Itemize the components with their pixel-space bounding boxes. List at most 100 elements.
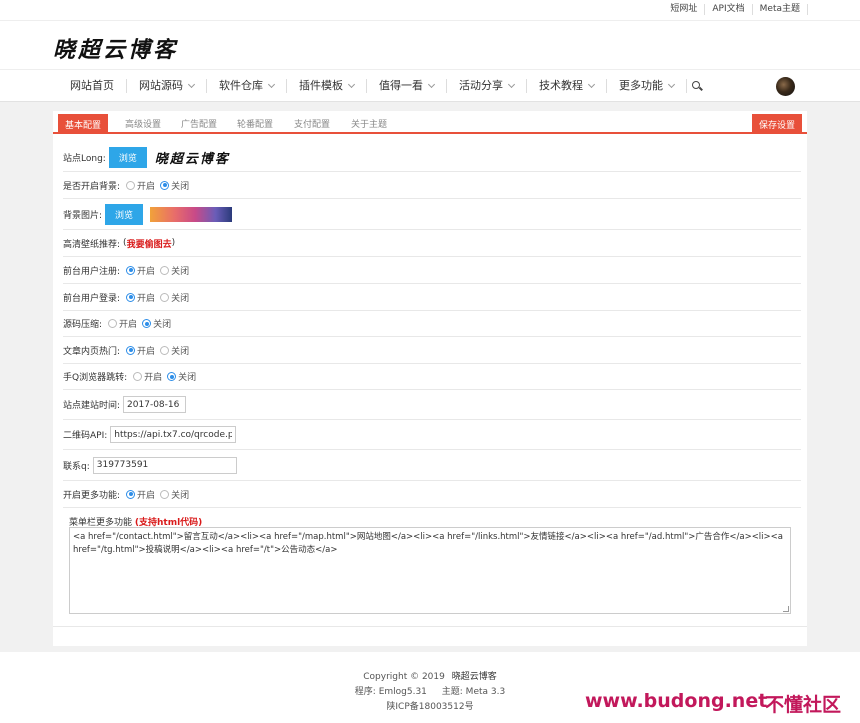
nav-item-tutorials[interactable]: 技术教程 xyxy=(527,79,607,93)
chevron-down-icon xyxy=(347,80,356,89)
setting-row-hot: 文章内页热门: 开启 关闭 xyxy=(63,337,801,364)
avatar[interactable] xyxy=(776,77,795,96)
wallpaper-paren-close: ) xyxy=(171,238,176,248)
setting-label: 是否开启背景: xyxy=(63,181,121,192)
nav-label: 网站源码 xyxy=(139,79,183,92)
chevron-down-icon xyxy=(187,80,196,89)
radio-off-label: 关闭 xyxy=(171,181,190,192)
watermark-name: 不懂社区 xyxy=(765,694,842,716)
tab-ads[interactable]: 广告配置 xyxy=(181,117,217,130)
radio-on[interactable] xyxy=(126,292,136,302)
top-link-meta-theme[interactable]: Meta主题 xyxy=(753,4,808,15)
footer: Copyright © 2019 晓超云博客 程序: Emlog5.31 主题:… xyxy=(0,652,860,723)
top-link-short-url[interactable]: 短网址 xyxy=(663,4,706,15)
menu-more-textarea[interactable]: <a href="/contact.html">留言互动</a><li><a h… xyxy=(69,527,791,614)
radio-on[interactable] xyxy=(126,489,136,499)
top-link-api-docs[interactable]: API文档 xyxy=(705,4,753,15)
radio-on-label: 开启 xyxy=(137,181,156,192)
radio-on[interactable] xyxy=(133,372,143,381)
header-logo-row: 晓超云博客 xyxy=(0,20,860,69)
footer-program: 程序: Emlog5.31 xyxy=(354,687,427,697)
footer-site-link[interactable]: 晓超云博客 xyxy=(452,672,497,682)
footer-copyright-line: Copyright © 2019 晓超云博客 xyxy=(0,669,860,682)
nav-item-software[interactable]: 软件仓库 xyxy=(207,79,287,93)
setting-label: 联系q: xyxy=(63,461,90,472)
radio-off-label: 关闭 xyxy=(171,346,190,357)
nav-item-worth[interactable]: 值得一看 xyxy=(367,79,447,93)
top-bar: 短网址 API文档 Meta主题 xyxy=(0,0,860,20)
nav-label: 更多功能 xyxy=(619,79,663,92)
save-settings-button[interactable]: 保存设置 xyxy=(751,114,802,134)
setting-row-qq-redirect: 手Q浏览器跳转: 开启 关闭 xyxy=(63,364,801,390)
browse-logo-button[interactable]: 浏览 xyxy=(108,147,147,168)
radio-off[interactable] xyxy=(142,319,152,328)
menu-more-value: <a href="/contact.html">留言互动</a><li><a h… xyxy=(73,532,783,555)
radio-off-label: 关闭 xyxy=(171,293,190,304)
setting-label: 源码压缩: xyxy=(63,320,103,330)
radio-off[interactable] xyxy=(160,180,170,190)
nav-item-plugins[interactable]: 插件模板 xyxy=(287,79,367,93)
qrcode-api-input[interactable] xyxy=(110,426,237,443)
setting-label: 站点Long: xyxy=(63,154,106,164)
setting-row-wallpaper: 高清壁纸推荐: ( 我要偷图去 ) xyxy=(63,230,801,257)
browse-bg-button[interactable]: 浏览 xyxy=(105,203,144,225)
site-logo[interactable]: 晓超云博客 xyxy=(53,32,178,64)
setting-label: 开启更多功能: xyxy=(63,490,121,501)
setting-label: 站点建站时间: xyxy=(63,401,121,411)
tab-basic[interactable]: 基本配置 xyxy=(58,114,109,134)
radio-off-label: 关闭 xyxy=(153,320,172,330)
build-time-input[interactable] xyxy=(123,396,187,413)
watermark-url: www.budong.net xyxy=(585,690,768,712)
setting-label: 二维码API: xyxy=(63,431,108,441)
radio-on-label: 开启 xyxy=(137,293,156,304)
radio-off[interactable] xyxy=(167,372,177,381)
radio-on-label: 开启 xyxy=(137,266,156,277)
nav-label: 插件模板 xyxy=(299,79,343,92)
wallpaper-link[interactable]: 我要偷图去 xyxy=(127,237,172,250)
chevron-down-icon xyxy=(667,80,676,89)
radio-on-label: 开启 xyxy=(144,373,163,383)
nav-item-source[interactable]: 网站源码 xyxy=(127,79,207,93)
nav-item-home[interactable]: 网站首页 xyxy=(58,79,127,93)
radio-on[interactable] xyxy=(108,319,118,328)
setting-label: 前台用户注册: xyxy=(63,266,121,277)
nav-label: 软件仓库 xyxy=(219,79,263,92)
setting-row-compress: 源码压缩: 开启 关闭 xyxy=(63,311,801,337)
panel-bottom-divider xyxy=(53,626,807,627)
radio-off[interactable] xyxy=(160,345,170,355)
radio-off-label: 关闭 xyxy=(171,266,190,277)
radio-off[interactable] xyxy=(160,265,170,275)
main-nav: 网站首页 网站源码 软件仓库 插件模板 值得一看 活动分享 技术教程 更多功能 xyxy=(0,69,860,102)
setting-row-build-time: 站点建站时间: xyxy=(63,390,801,420)
chevron-down-icon xyxy=(267,80,276,89)
nav-label: 活动分享 xyxy=(459,79,503,92)
radio-on[interactable] xyxy=(126,265,136,275)
tab-about[interactable]: 关于主题 xyxy=(351,117,387,130)
setting-row-qrcode-api: 二维码API: xyxy=(63,420,801,450)
tab-payment[interactable]: 支付配置 xyxy=(294,117,330,130)
nav-item-more[interactable]: 更多功能 xyxy=(607,79,687,93)
radio-on-label: 开启 xyxy=(137,490,156,501)
setting-label: 高清壁纸推荐: xyxy=(63,239,121,250)
footer-theme: 主题: Meta 3.3 xyxy=(441,687,506,697)
tab-carousel[interactable]: 轮番配置 xyxy=(237,117,273,130)
search-icon[interactable] xyxy=(691,79,703,93)
nav-label: 值得一看 xyxy=(379,79,423,92)
radio-off-label: 关闭 xyxy=(178,373,197,383)
setting-label: 手Q浏览器跳转: xyxy=(63,373,128,383)
bg-image-preview xyxy=(150,206,233,222)
setting-label: 背景图片: xyxy=(63,210,103,221)
setting-row-bg-image: 背景图片: 浏览 xyxy=(63,199,801,230)
radio-off[interactable] xyxy=(160,489,170,499)
setting-row-bg-enabled: 是否开启背景: 开启 关闭 xyxy=(63,172,801,199)
resize-handle-icon[interactable] xyxy=(783,606,789,612)
radio-on[interactable] xyxy=(126,180,136,190)
radio-off[interactable] xyxy=(160,292,170,302)
tab-advanced[interactable]: 高级设置 xyxy=(125,117,161,130)
setting-row-register: 前台用户注册: 开启 关闭 xyxy=(63,257,801,284)
contact-q-input[interactable] xyxy=(92,456,237,474)
radio-on[interactable] xyxy=(126,345,136,355)
radio-on-label: 开启 xyxy=(119,320,138,330)
nav-item-events[interactable]: 活动分享 xyxy=(447,79,527,93)
chevron-down-icon xyxy=(427,80,436,89)
